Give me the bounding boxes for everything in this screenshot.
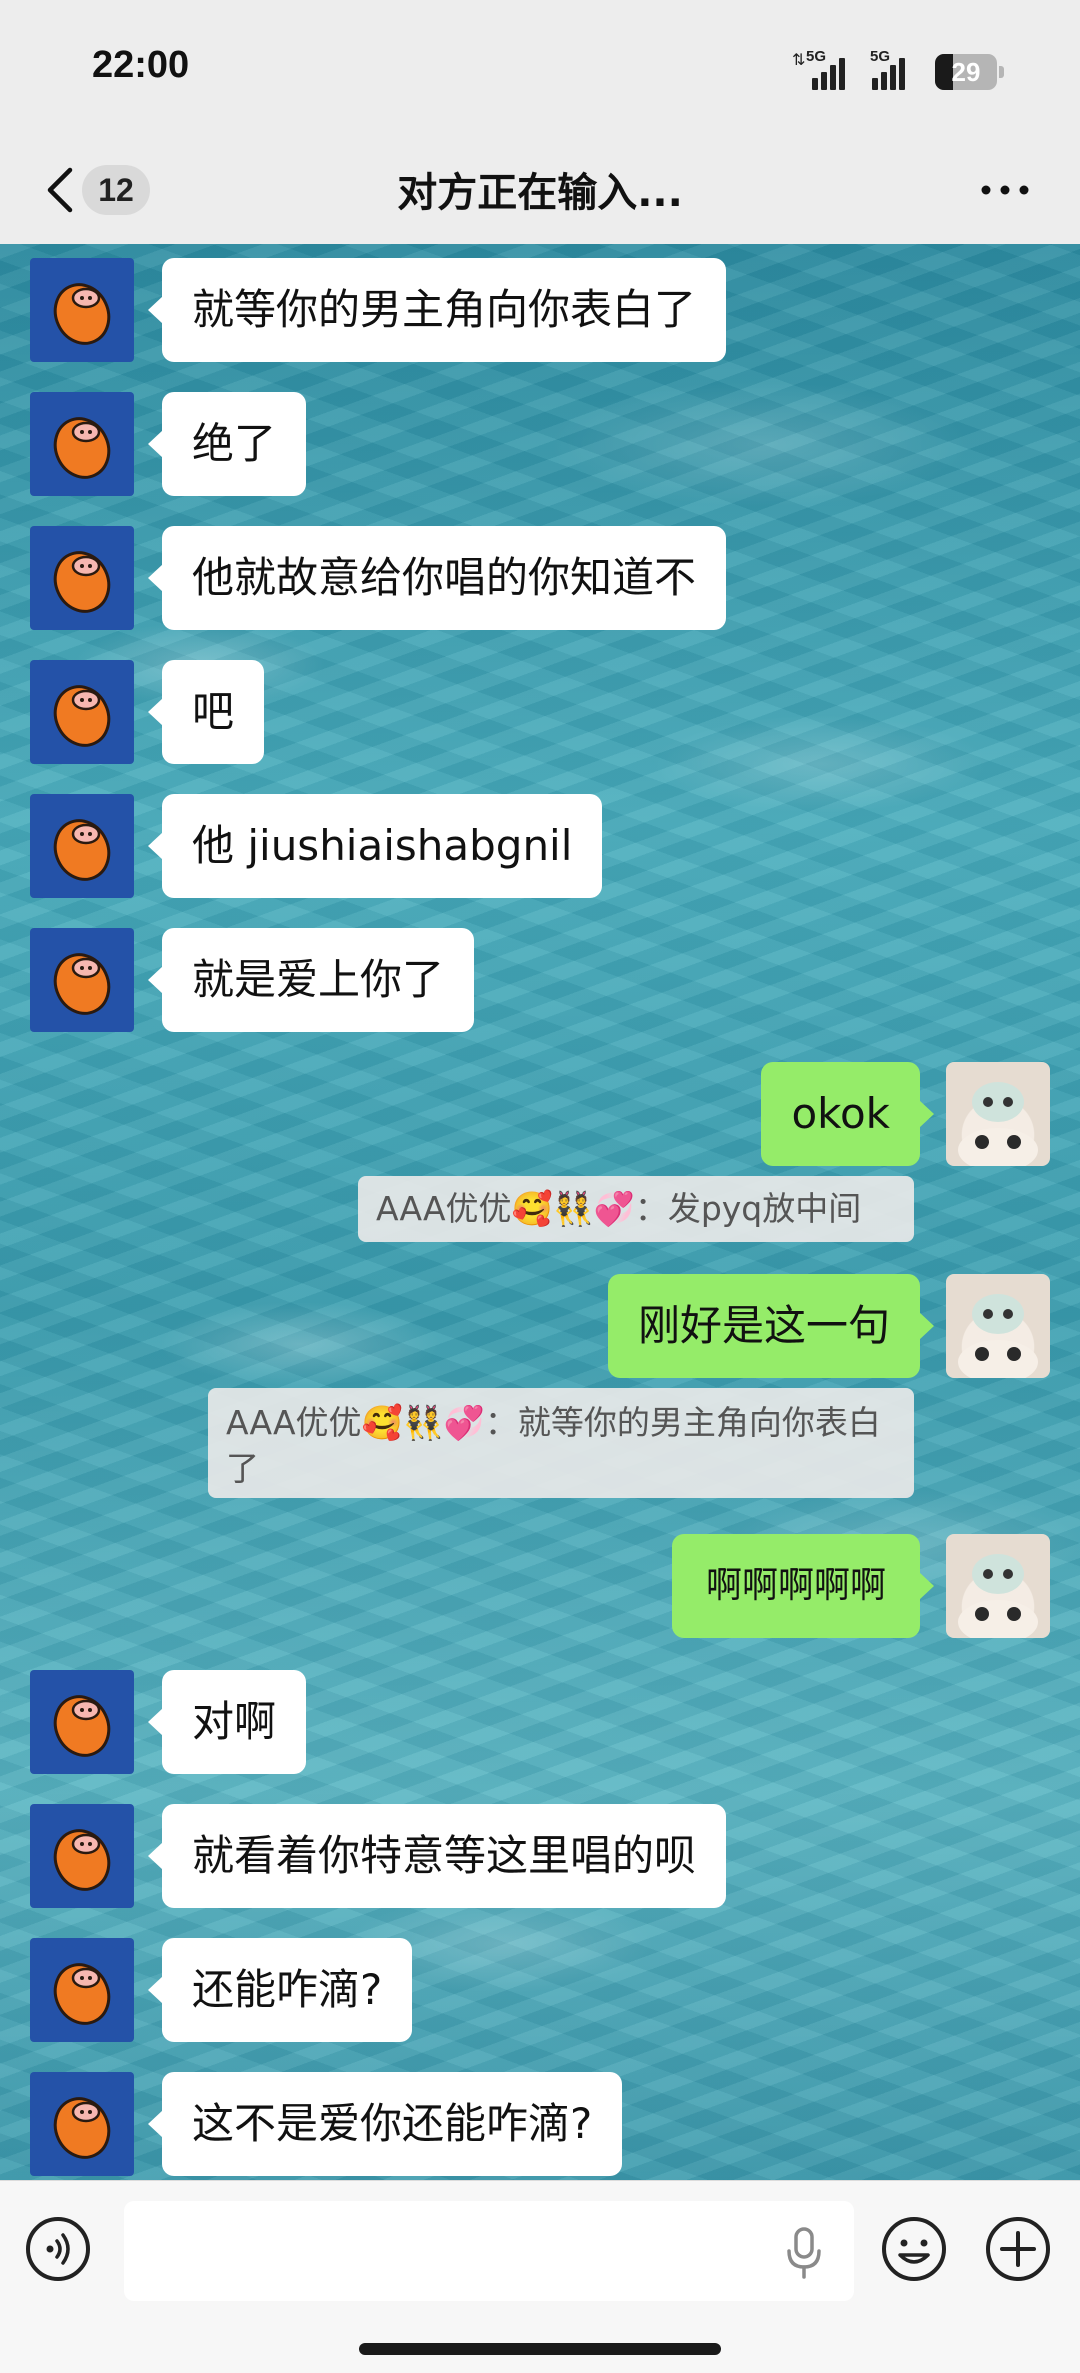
voice-icon[interactable] — [26, 2217, 90, 2281]
plus-icon[interactable] — [984, 2215, 1052, 2283]
contact-avatar[interactable] — [30, 258, 134, 362]
message-bubble-outgoing[interactable]: okok — [761, 1062, 934, 1166]
mic-icon[interactable] — [783, 2225, 825, 2281]
message-bubble-incoming[interactable]: 就是爱上你了 — [147, 928, 475, 1032]
chat-title: 对方正在输入... — [397, 170, 683, 216]
message-bubble-incoming[interactable]: 还能咋滴? — [147, 1938, 413, 2042]
home-indicator[interactable] — [359, 2343, 721, 2355]
message-bubble-incoming[interactable]: 吧 — [147, 660, 265, 764]
message-bubble-outgoing[interactable]: 刚好是这一句 — [607, 1274, 935, 1378]
contact-avatar[interactable] — [30, 2072, 134, 2176]
message-bubble-incoming[interactable]: 他就故意给你唱的你知道不 — [147, 526, 727, 630]
contact-avatar[interactable] — [30, 1938, 134, 2042]
message-bubble-incoming[interactable]: 就等你的男主角向你表白了 — [147, 258, 727, 362]
message-bubble-incoming[interactable]: 对啊 — [147, 1670, 307, 1774]
cellular-signal-icon: ⇅ 5G — [792, 46, 848, 90]
status-time: 22:00 — [92, 44, 190, 86]
emoji-icon[interactable] — [880, 2215, 948, 2283]
quoted-message[interactable]: AAA优优🥰👯💞：就等你的男主角向你表白了 — [208, 1388, 914, 1498]
message-bubble-incoming[interactable]: 就看着你特意等这里唱的呗 — [147, 1804, 727, 1908]
message-input[interactable] — [124, 2201, 854, 2301]
user-avatar[interactable] — [946, 1062, 1050, 1166]
cellular-signal-icon-2: 5G — [868, 46, 924, 90]
contact-avatar[interactable] — [30, 660, 134, 764]
contact-avatar[interactable] — [30, 526, 134, 630]
message-bubble-outgoing[interactable]: 啊啊啊啊啊 — [671, 1534, 935, 1638]
message-bubble-incoming[interactable]: 这不是爱你还能咋滴? — [147, 2072, 623, 2176]
message-bubble-incoming[interactable]: 绝了 — [147, 392, 307, 496]
contact-avatar[interactable] — [30, 1670, 134, 1774]
chat-header: 12 对方正在输入... — [0, 140, 1080, 244]
contact-avatar[interactable] — [30, 1804, 134, 1908]
user-avatar[interactable] — [946, 1534, 1050, 1638]
contact-avatar[interactable] — [30, 794, 134, 898]
status-bar: 22:00 ⇅ 5G 5G 29 — [0, 0, 1080, 140]
quoted-message[interactable]: AAA优优🥰👯💞：发pyq放中间 — [358, 1176, 914, 1242]
battery-level: 29 — [951, 57, 981, 87]
contact-avatar[interactable] — [30, 928, 134, 1032]
battery-tip — [999, 66, 1004, 78]
more-horizontal-icon[interactable] — [980, 180, 1030, 200]
user-avatar[interactable] — [946, 1274, 1050, 1378]
chat-message-list[interactable]: 就等你的男主角向你表白了 绝了 他就故意给你唱的你知道不 吧 他 jiushia… — [0, 244, 1080, 2180]
chat-input-bar — [0, 2180, 1080, 2373]
message-bubble-incoming[interactable]: 他 jiushiaishabgnil — [147, 794, 603, 898]
contact-avatar[interactable] — [30, 392, 134, 496]
battery-icon: 29 — [935, 54, 997, 90]
